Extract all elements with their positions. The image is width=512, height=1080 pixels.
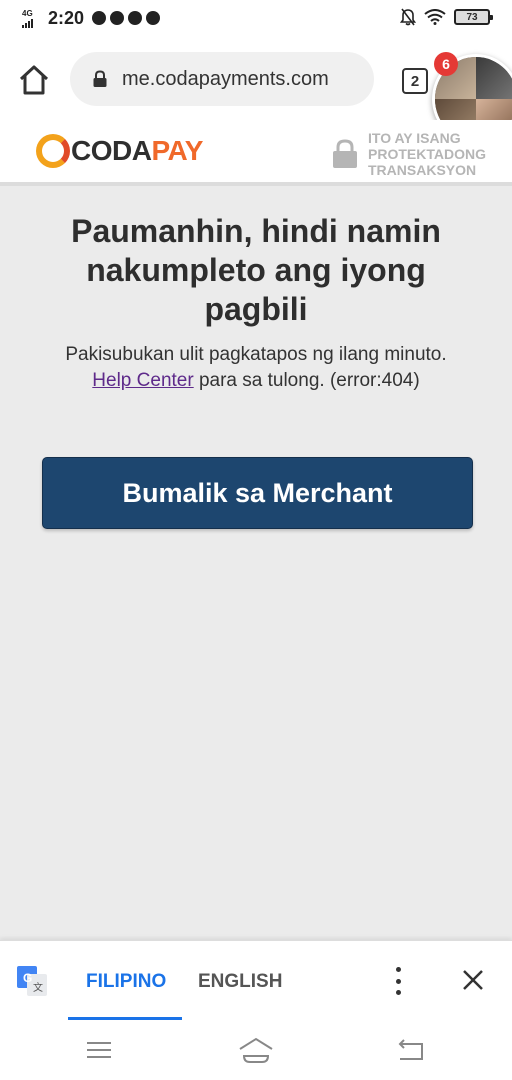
secure-text-line: PROTEKTADONG bbox=[368, 146, 486, 162]
status-bar: 4G 2:20 73 bbox=[0, 0, 512, 38]
logo-text-pay: PAY bbox=[151, 135, 203, 166]
tab-switcher-button[interactable]: 2 bbox=[402, 68, 428, 94]
address-bar[interactable]: me.codapayments.com bbox=[70, 52, 374, 106]
back-nav-icon[interactable] bbox=[396, 1038, 426, 1062]
secure-text-line: ITO AY ISANG bbox=[368, 130, 461, 146]
logo-ring-icon bbox=[36, 134, 70, 168]
messenger-icon bbox=[92, 11, 106, 25]
messenger-icon bbox=[146, 11, 160, 25]
network-indicator: 4G bbox=[22, 10, 33, 28]
lock-icon bbox=[93, 70, 107, 87]
wifi-icon bbox=[424, 9, 446, 25]
home-nav-icon[interactable] bbox=[238, 1036, 274, 1064]
selected-tab-indicator bbox=[68, 1017, 182, 1020]
home-icon[interactable] bbox=[16, 62, 52, 98]
notification-icons bbox=[92, 11, 160, 25]
tab-filipino[interactable]: FILIPINO bbox=[86, 971, 166, 993]
error-title: Paumanhin, hindi namin nakumpleto ang iy… bbox=[71, 213, 441, 327]
more-options-icon[interactable] bbox=[392, 967, 404, 995]
error-message-suffix: para sa tulong. (error:404) bbox=[193, 370, 420, 391]
return-to-merchant-button[interactable]: Bumalik sa Merchant bbox=[42, 457, 473, 529]
navigation-bar bbox=[0, 1022, 512, 1080]
svg-text:文: 文 bbox=[33, 981, 43, 994]
help-center-link[interactable]: Help Center bbox=[92, 370, 193, 391]
site-header: CODA PAY ITO AY ISANG PROTEKTADONG TRANS… bbox=[0, 120, 512, 186]
google-translate-icon: G 文 bbox=[17, 966, 47, 996]
tab-english[interactable]: ENGLISH bbox=[198, 971, 282, 993]
signal-icon bbox=[22, 19, 33, 28]
url-text: me.codapayments.com bbox=[122, 67, 329, 90]
status-right: 73 bbox=[400, 8, 493, 26]
clock: 2:20 bbox=[48, 8, 85, 28]
notification-badge: 6 bbox=[434, 52, 458, 76]
chat-icon bbox=[110, 11, 124, 25]
error-message-text: Pakisubukan ulit pagkatapos ng ilang min… bbox=[65, 344, 447, 365]
recent-apps-icon[interactable] bbox=[86, 1040, 112, 1060]
close-icon[interactable] bbox=[460, 967, 486, 993]
secure-text: ITO AY ISANG PROTEKTADONG TRANSAKSYON bbox=[368, 130, 486, 178]
translate-bar: G 文 FILIPINO ENGLISH bbox=[0, 940, 512, 1022]
error-message: Pakisubukan ulit pagkatapos ng ilang min… bbox=[20, 342, 492, 394]
messenger-icon bbox=[128, 11, 142, 25]
network-type: 4G bbox=[22, 9, 33, 18]
padlock-icon bbox=[333, 139, 357, 168]
secure-transaction-notice: ITO AY ISANG PROTEKTADONG TRANSAKSYON bbox=[332, 130, 486, 178]
mute-bell-icon bbox=[400, 8, 416, 26]
codapay-logo[interactable]: CODA PAY bbox=[36, 134, 203, 168]
svg-text:G: G bbox=[23, 971, 32, 985]
secure-text-line: TRANSAKSYON bbox=[368, 162, 477, 178]
avatar bbox=[476, 57, 512, 99]
battery-icon: 73 bbox=[454, 9, 493, 25]
logo-text-coda: CODA bbox=[71, 135, 152, 166]
